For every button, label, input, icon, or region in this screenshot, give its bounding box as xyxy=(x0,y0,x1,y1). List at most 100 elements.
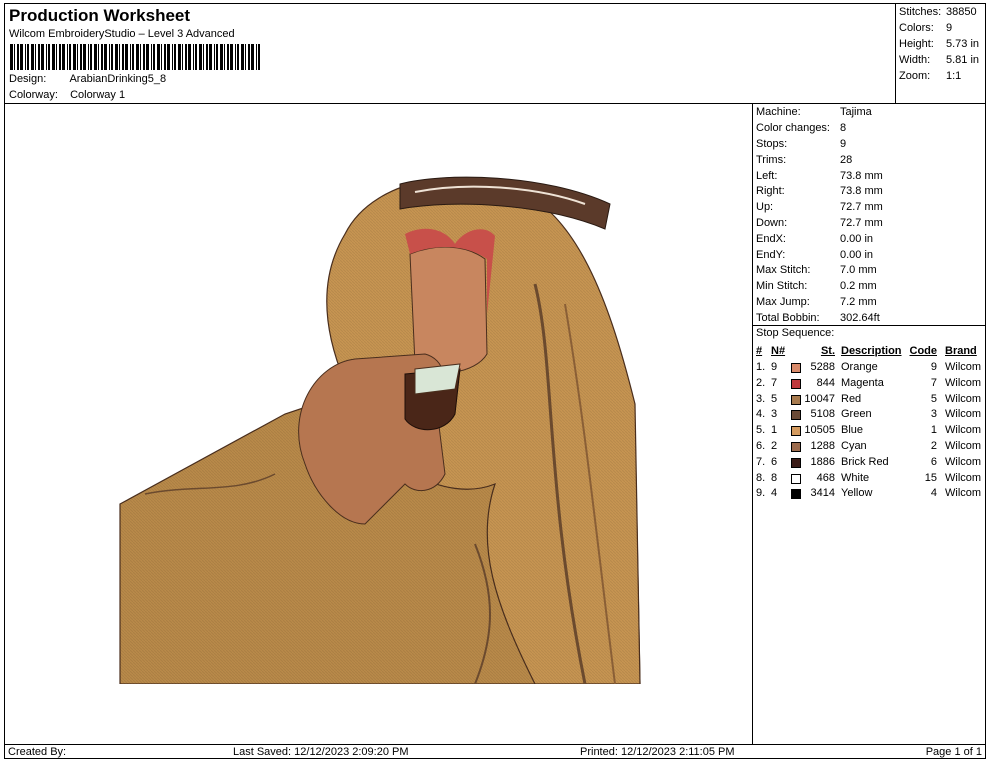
info-row: Min Stitch: 0.2 mm xyxy=(756,279,877,294)
info-value: 8 xyxy=(840,122,847,134)
colorway-row: Colorway: Colorway 1 xyxy=(9,89,125,101)
needle-number: 5 xyxy=(771,392,778,405)
color-description: Red xyxy=(841,392,862,405)
worksheet-header: Production Worksheet Wilcom EmbroiderySt… xyxy=(5,4,896,104)
color-swatch xyxy=(791,363,801,373)
stitch-count: 1288 xyxy=(810,440,835,452)
needle-number: 4 xyxy=(771,487,778,500)
color-swatch xyxy=(791,410,801,421)
info-row: Color changes: 8 xyxy=(756,121,846,136)
summary-key: Colors: xyxy=(899,22,934,34)
stitch-count: 468 xyxy=(816,471,835,484)
color-description: Cyan xyxy=(841,440,867,452)
thread-brand: Wilcom xyxy=(945,471,982,484)
color-description: White xyxy=(841,471,870,484)
table-header: # N# St. Description Code Brand xyxy=(753,344,985,360)
info-row: Right: 73.8 mm xyxy=(756,184,883,199)
info-key: Color changes: xyxy=(756,122,830,134)
thread-brand: Wilcom xyxy=(945,408,982,421)
summary-value: 5.73 in xyxy=(946,38,980,50)
header-description: Description xyxy=(841,345,902,357)
needle-number: 7 xyxy=(771,376,778,389)
table-row: 3. 5 10047 Red 5 Wilcom xyxy=(753,392,985,408)
color-swatch xyxy=(791,394,801,405)
needle-number: 3 xyxy=(771,408,778,421)
color-swatch xyxy=(791,426,801,437)
info-value: 9 xyxy=(840,138,847,150)
stitch-count: 844 xyxy=(816,376,835,389)
info-value: 28 xyxy=(840,154,853,166)
thread-brand: Wilcom xyxy=(945,440,982,452)
color-description: Yellow xyxy=(841,487,873,500)
info-row: Max Stitch: 7.0 mm xyxy=(756,263,877,278)
info-value: 7.2 mm xyxy=(840,296,877,308)
header-num: # xyxy=(756,345,763,357)
color-code: 1 xyxy=(930,424,937,437)
embroidery-design-image xyxy=(119,176,641,684)
info-row: Left: 73.8 mm xyxy=(756,169,883,184)
color-swatch xyxy=(791,457,801,468)
info-key: EndY: xyxy=(756,249,786,261)
needle-number: 9 xyxy=(771,361,778,373)
stitch-count: 5108 xyxy=(810,408,835,421)
row-number: 1. xyxy=(756,361,766,373)
info-row: EndX: 0.00 in xyxy=(756,232,873,247)
worksheet-footer: Created By: Last Saved: 12/12/2023 2:09:… xyxy=(5,744,985,758)
worksheet-frame: Production Worksheet Wilcom EmbroiderySt… xyxy=(4,3,986,759)
header-brand: Brand xyxy=(945,345,977,357)
info-row: Down: 72.7 mm xyxy=(756,216,883,231)
header-stitches: St. xyxy=(820,345,835,357)
info-row: Trims: 28 xyxy=(756,153,852,168)
info-value: 302.64ft xyxy=(840,312,880,324)
info-key: Max Jump: xyxy=(756,296,810,308)
info-value: 7.0 mm xyxy=(840,264,877,276)
info-key: Right: xyxy=(756,185,785,197)
color-code: 6 xyxy=(930,455,937,468)
info-row: Up: 72.7 mm xyxy=(756,200,883,215)
row-number: 2. xyxy=(756,376,766,389)
info-row: Machine: Tajima xyxy=(756,105,872,120)
summary-box: Stitches: 38850 Colors: 9 Height: 5.73 in W… xyxy=(896,4,985,104)
color-description: Orange xyxy=(841,361,878,373)
info-value: 0.2 mm xyxy=(840,280,877,292)
design-row: Design: ArabianDrinking5_8 xyxy=(9,73,166,85)
color-description: Green xyxy=(841,408,872,421)
page-title: Production Worksheet xyxy=(9,6,191,25)
info-key: Down: xyxy=(756,217,788,229)
info-row: Total Bobbin: 302.64ft xyxy=(756,311,880,326)
info-value: 72.7 mm xyxy=(840,217,883,229)
table-row: 1. 9 5288 Orange 9 Wilcom xyxy=(753,360,985,376)
summary-key: Height: xyxy=(899,38,934,50)
color-code: 9 xyxy=(930,361,937,373)
machine-info-panel: Machine: Tajima Color changes: 8 Stops: 9 T… xyxy=(753,104,985,744)
summary-key: Stitches: xyxy=(899,6,942,18)
stop-sequence-title: Stop Sequence: xyxy=(756,327,835,339)
row-number: 8. xyxy=(756,471,766,484)
info-row: Stops: 9 xyxy=(756,137,846,152)
summary-row: Zoom: 1:1 xyxy=(899,69,961,83)
info-row: EndY: 0.00 in xyxy=(756,248,873,263)
table-row: 9. 4 3414 Yellow 4 Wilcom xyxy=(753,486,985,502)
thread-brand: Wilcom xyxy=(945,487,982,500)
thread-brand: Wilcom xyxy=(945,392,982,405)
colorway-value: Colorway 1 xyxy=(70,89,126,101)
thread-brand: Wilcom xyxy=(945,455,982,468)
thread-brand: Wilcom xyxy=(945,361,982,373)
design-preview xyxy=(5,104,753,744)
summary-value: 38850 xyxy=(946,6,977,18)
table-row: 5. 1 10505 Blue 1 Wilcom xyxy=(753,423,985,439)
thread-brand: Wilcom xyxy=(945,424,982,437)
color-code: 4 xyxy=(930,487,937,500)
created-by: Created By: xyxy=(8,746,67,758)
summary-value: 9 xyxy=(946,22,953,34)
thread-brand: Wilcom xyxy=(945,376,982,389)
color-code: 7 xyxy=(930,376,937,389)
row-number: 9. xyxy=(756,487,766,500)
color-code: 5 xyxy=(930,392,937,405)
color-swatch xyxy=(791,378,801,389)
info-value: 0.00 in xyxy=(840,233,874,245)
row-number: 3. xyxy=(756,392,766,405)
info-value: 0.00 in xyxy=(840,249,874,261)
color-code: 2 xyxy=(930,440,937,452)
stitch-count: 1886 xyxy=(810,455,835,468)
